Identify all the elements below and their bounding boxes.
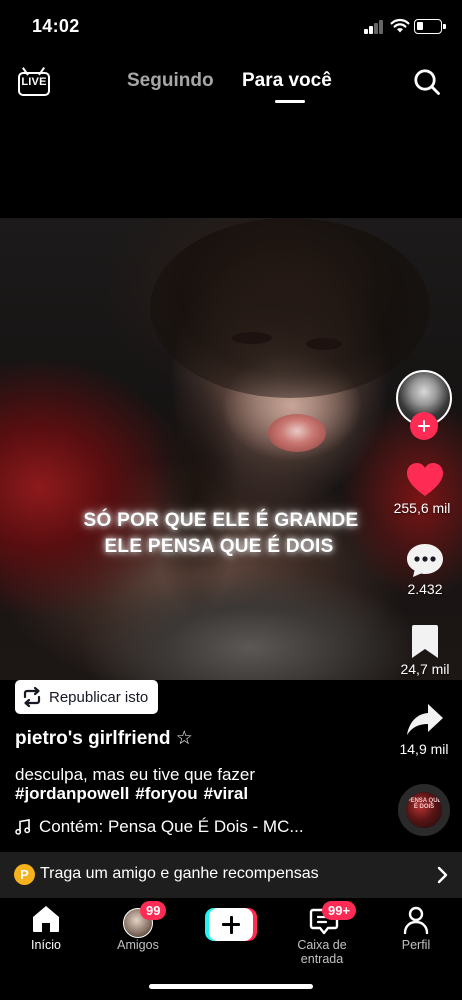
repost-label: Republicar isto — [49, 688, 149, 706]
author-name[interactable]: pietro's girlfriend ☆ — [15, 727, 193, 750]
battery-icon — [414, 19, 442, 34]
nav-inbox[interactable]: 99+ Caixa de entrada — [277, 898, 369, 966]
comment-count: 2.432 — [407, 581, 443, 597]
repost-icon — [23, 686, 41, 708]
home-icon — [33, 906, 59, 932]
video-frame-detail — [306, 338, 342, 350]
video-description: desculpa, mas eu tive que fazer — [15, 765, 256, 784]
status-bar: 14:02 — [0, 0, 462, 56]
home-indicator[interactable] — [149, 984, 313, 989]
inbox-badge: 99+ — [322, 901, 357, 920]
points-badge-icon: P — [14, 864, 35, 885]
video-frame-detail — [232, 332, 272, 344]
nav-home-label: Início — [31, 938, 61, 952]
tab-following[interactable]: Seguindo — [127, 70, 214, 92]
referral-banner[interactable]: P Traga um amigo e ganhe recompensas — [0, 852, 462, 898]
live-label: LIVE — [21, 76, 47, 88]
music-info[interactable]: Contém: Pensa Que É Dois - MC... — [15, 817, 375, 837]
hashtag-link[interactable]: #viral — [204, 784, 248, 803]
profile-icon — [403, 906, 429, 935]
friends-badge: 99 — [140, 901, 167, 920]
hashtag-link[interactable]: #jordanpowell — [15, 784, 129, 803]
share-count: 14,9 mil — [399, 741, 449, 757]
nav-friends-label: Amigos — [117, 938, 159, 952]
wifi-icon — [390, 18, 410, 33]
music-note-icon — [15, 819, 31, 835]
status-time: 14:02 — [32, 16, 80, 36]
top-nav: LIVE Seguindo Para você — [0, 56, 462, 110]
video-frame-detail — [150, 368, 240, 618]
battery-tip — [443, 24, 446, 29]
video-frame-detail — [268, 414, 326, 452]
hashtag-link[interactable]: #foryou — [135, 784, 197, 803]
cellular-signal-icon — [364, 20, 384, 34]
live-tv-icon: LIVE — [18, 72, 50, 96]
video-caption-line: ELE PENSA QUE É DOIS — [104, 536, 334, 557]
create-button[interactable] — [205, 908, 257, 941]
referral-text: Traga um amigo e ganhe recompensas — [40, 865, 319, 882]
follow-plus-icon[interactable] — [410, 412, 438, 440]
music-title: Contém: Pensa Que É Dois - MC... — [39, 817, 304, 836]
save-count: 24,7 mil — [400, 661, 450, 677]
heart-icon[interactable] — [406, 462, 444, 498]
comment-icon[interactable] — [406, 543, 444, 579]
music-cover-text: PENSA QUE É DOIS — [406, 798, 442, 810]
nav-profile[interactable]: Perfil — [370, 898, 462, 962]
nav-inbox-label: Caixa de entrada — [297, 938, 347, 966]
like-count: 255,6 mil — [393, 500, 451, 516]
active-tab-indicator — [275, 100, 305, 103]
repost-button[interactable]: Republicar isto — [15, 680, 159, 714]
chevron-right-icon — [437, 866, 448, 884]
bookmark-icon[interactable] — [411, 624, 439, 660]
search-icon[interactable] — [413, 68, 441, 96]
nav-profile-label: Perfil — [401, 938, 431, 952]
nav-home[interactable]: Início — [0, 898, 92, 962]
live-button[interactable]: LIVE — [18, 66, 50, 98]
hashtags: #jordanpowell #foryou #viral — [15, 784, 254, 804]
music-disc-icon[interactable]: PENSA QUE É DOIS — [398, 784, 450, 836]
nav-friends[interactable]: 99 Amigos — [92, 898, 184, 962]
tab-for-you[interactable]: Para você — [242, 70, 332, 92]
video-player[interactable]: SÓ POR QUE ELE É GRANDE ELE PENSA QUE É … — [0, 218, 462, 680]
share-arrow-icon[interactable] — [406, 702, 444, 738]
